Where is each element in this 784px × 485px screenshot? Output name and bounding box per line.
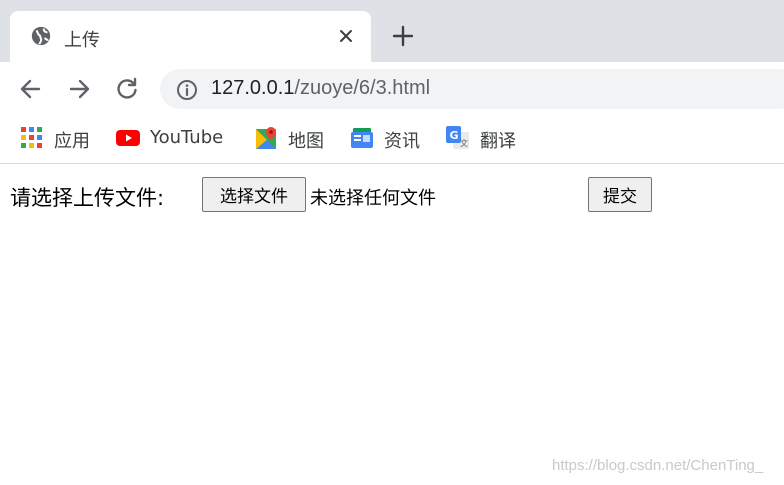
youtube-icon	[116, 130, 140, 146]
bookmark-label: 应用	[54, 131, 90, 152]
tab-strip: 上传	[0, 0, 784, 62]
file-upload-label: 请选择上传文件:	[10, 186, 165, 210]
address-bar[interactable]: 127.0.0.1/zuoye/6/3.html	[160, 69, 784, 109]
bookmark-label: 翻译	[480, 131, 516, 152]
choose-file-button[interactable]: 选择文件	[202, 177, 306, 212]
bookmarks-bar: 应用 YouTube 地图 资讯 G 文 翻译	[0, 114, 784, 164]
page-content: 请选择上传文件: 选择文件 未选择任何文件 提交 https://blog.cs…	[0, 165, 784, 485]
file-status-text: 未选择任何文件	[310, 188, 436, 209]
tab-title: 上传	[64, 30, 100, 51]
translate-icon: G 文	[446, 126, 469, 149]
new-tab-plus-icon[interactable]	[391, 24, 415, 48]
url-path: /zuoye/6/3.html	[294, 77, 431, 99]
bookmark-label: 地图	[288, 131, 324, 152]
news-icon	[351, 128, 373, 148]
browser-toolbar: 127.0.0.1/zuoye/6/3.html	[0, 62, 784, 114]
svg-text:G: G	[450, 129, 459, 142]
url-host: 127.0.0.1	[211, 77, 295, 99]
url-text: 127.0.0.1/zuoye/6/3.html	[211, 77, 430, 100]
forward-arrow-icon[interactable]	[66, 76, 92, 102]
info-icon[interactable]	[176, 79, 198, 101]
active-tab[interactable]: 上传	[10, 11, 371, 62]
bookmark-label: YouTube	[150, 127, 224, 148]
svg-text:文: 文	[460, 138, 468, 148]
maps-icon	[256, 127, 276, 149]
submit-button[interactable]: 提交	[588, 177, 652, 212]
apps-grid-icon	[21, 127, 42, 148]
watermark: https://blog.csdn.net/ChenTing_	[552, 457, 764, 474]
close-icon[interactable]	[336, 26, 356, 46]
globe-icon	[31, 26, 51, 46]
reload-icon[interactable]	[114, 76, 140, 102]
back-arrow-icon[interactable]	[18, 76, 44, 102]
bookmark-label: 资讯	[384, 131, 420, 152]
